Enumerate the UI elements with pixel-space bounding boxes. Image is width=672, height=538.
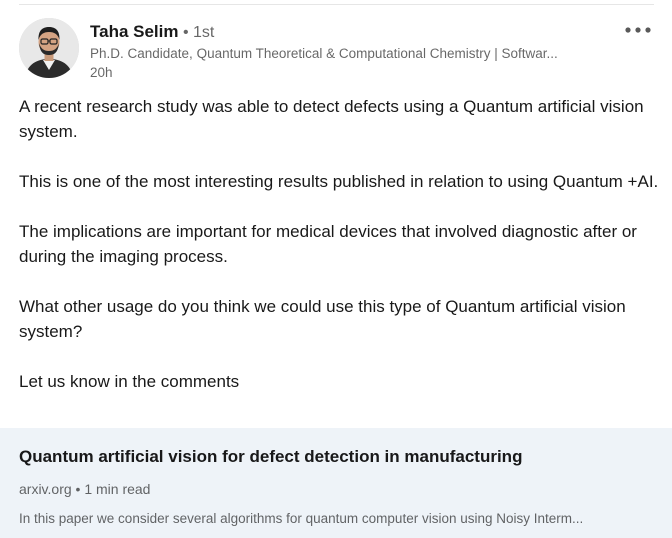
post-header: Taha Selim • 1st Ph.D. Candidate, Quantu…	[19, 18, 654, 80]
connection-degree: • 1st	[178, 24, 215, 41]
post-paragraph: The implications are important for medic…	[19, 222, 637, 266]
more-horizontal-icon	[625, 27, 651, 33]
post-paragraph: What other usage do you think we could u…	[19, 297, 626, 341]
top-divider	[19, 4, 654, 5]
post-paragraph: Let us know in the comments	[19, 372, 240, 391]
author-headline: Ph.D. Candidate, Quantum Theoretical & C…	[90, 46, 558, 61]
author-avatar[interactable]	[19, 18, 79, 78]
more-options-button[interactable]	[622, 18, 654, 42]
post-body: A recent research study was able to dete…	[19, 94, 659, 394]
author-name-row: Taha Selim • 1st	[90, 21, 214, 44]
article-title[interactable]: Quantum artificial vision for defect det…	[19, 446, 522, 468]
post-paragraph: This is one of the most interesting resu…	[19, 172, 659, 191]
post-paragraph: A recent research study was able to dete…	[19, 97, 644, 141]
author-name[interactable]: Taha Selim	[90, 22, 179, 41]
avatar-photo-icon	[19, 18, 79, 78]
post-timestamp: 20h	[90, 65, 113, 80]
article-description: In this paper we consider several algori…	[19, 511, 584, 526]
article-link-card[interactable]: Quantum artificial vision for defect det…	[0, 428, 672, 538]
article-meta: arxiv.org • 1 min read	[19, 481, 151, 497]
